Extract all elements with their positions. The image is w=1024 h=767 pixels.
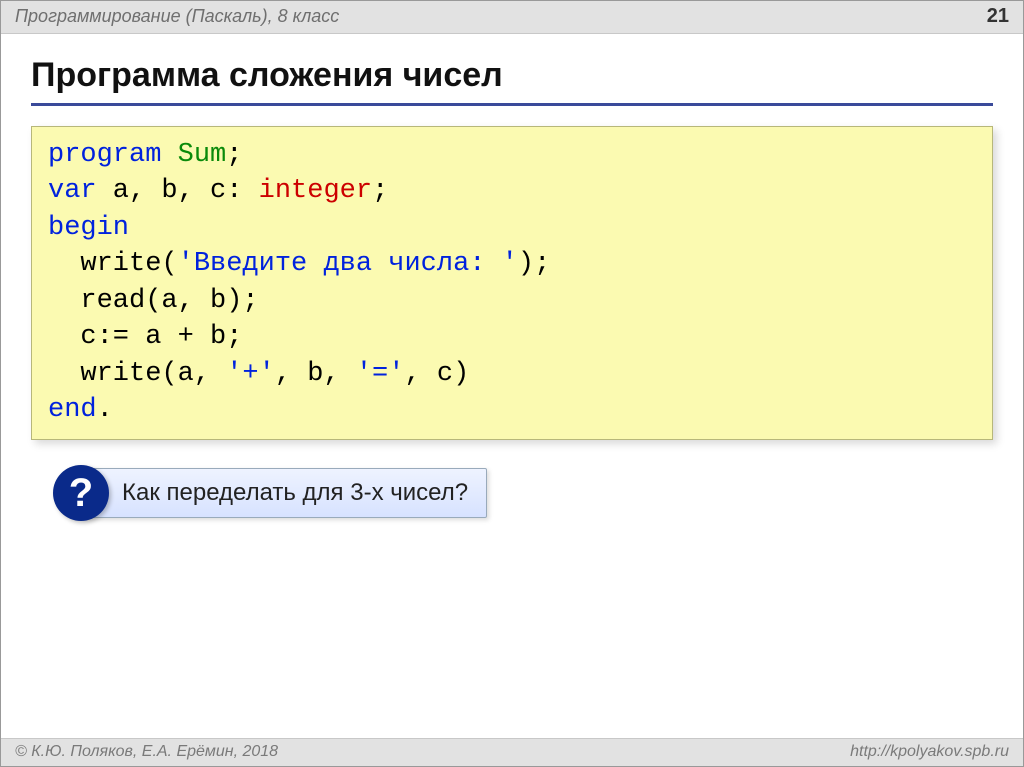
code-text: a, b, c: — [97, 176, 259, 206]
code-text: read(a, b); — [48, 286, 259, 316]
code-text: ); — [518, 249, 550, 279]
slide: Программирование (Паскаль), 8 класс 21 П… — [0, 0, 1024, 767]
code-block: program Sum; var a, b, c: integer; begin… — [31, 126, 993, 440]
code-text: , c) — [404, 359, 469, 389]
program-name: Sum — [178, 140, 227, 170]
kw-begin: begin — [48, 213, 129, 243]
string-literal: '+' — [226, 359, 275, 389]
footer-copyright: © К.Ю. Поляков, Е.А. Ерёмин, 2018 — [15, 743, 278, 761]
kw-var: var — [48, 176, 97, 206]
callout-text: Как переделать для 3-х чисел? — [122, 479, 468, 506]
question-mark: ? — [69, 473, 93, 513]
question-icon: ? — [53, 465, 109, 521]
kw-integer: integer — [259, 176, 372, 206]
code-text: . — [97, 395, 113, 425]
callout-text-box: Как переделать для 3-х чисел? — [81, 468, 487, 518]
code-text: write( — [48, 249, 178, 279]
footer-url: http://kpolyakov.spb.ru — [850, 743, 1009, 761]
kw-end: end — [48, 395, 97, 425]
code-text: , b, — [275, 359, 356, 389]
footer-bar: © К.Ю. Поляков, Е.А. Ерёмин, 2018 http:/… — [1, 738, 1023, 766]
question-callout: ? Как переделать для 3-х чисел? — [81, 468, 487, 518]
string-literal: '=' — [356, 359, 405, 389]
kw-program: program — [48, 140, 161, 170]
course-title: Программирование (Паскаль), 8 класс — [15, 6, 339, 27]
code-text: ; — [226, 140, 242, 170]
header-bar: Программирование (Паскаль), 8 класс 21 — [1, 1, 1023, 34]
slide-title: Программа сложения чисел — [31, 56, 993, 106]
code-text: write(a, — [48, 359, 226, 389]
code-text: ; — [372, 176, 388, 206]
code-text: c:= a + b; — [48, 322, 242, 352]
page-number: 21 — [987, 5, 1009, 28]
title-block: Программа сложения чисел — [1, 34, 1023, 112]
string-literal: 'Введите два числа: ' — [178, 249, 518, 279]
